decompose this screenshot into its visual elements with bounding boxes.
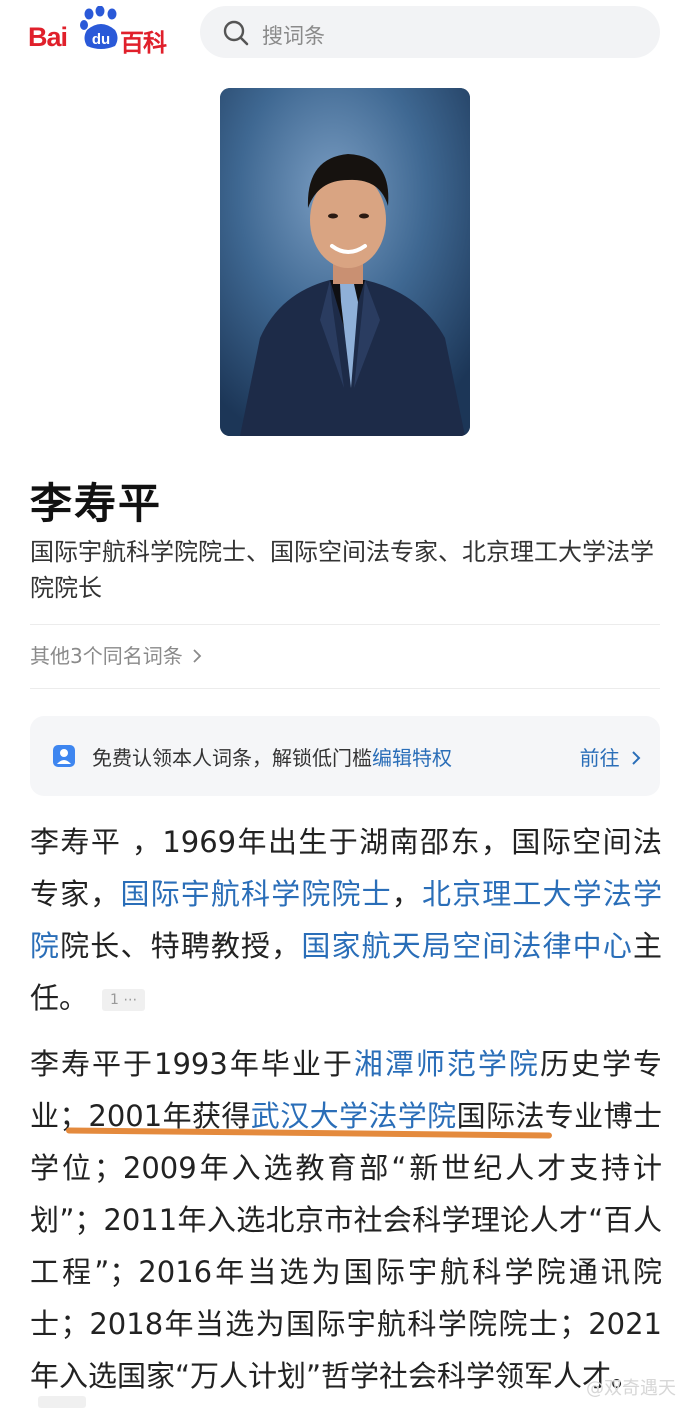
career-text: 李寿平于1993年毕业于 (30, 1047, 354, 1081)
claim-text: 免费认领本人词条，解锁低门槛编辑特权 (92, 742, 452, 771)
logo-baike-text: 百科 (120, 29, 167, 57)
citation-badge[interactable]: 1 ⋯ (102, 989, 146, 1011)
link-iaa-academician[interactable]: 国际宇航科学院院士 (120, 877, 391, 911)
weibo-watermark: @双奇遇天 (586, 1378, 676, 1399)
logo-bai-text: Bai (28, 22, 68, 52)
career-text: 国际法专业博士学位；2009年入选教育部“新世纪人才支持计划”；2011年入选北… (30, 1099, 662, 1393)
claim-entry-banner[interactable]: 免费认领本人词条，解锁低门槛编辑特权 前往 (30, 716, 660, 796)
intro-paragraph: 李寿平 ，1969年出生于湖南邵东，国际空间法专家，国际宇航科学院院士，北京理工… (30, 816, 662, 1024)
divider (30, 624, 660, 625)
intro-text: ， (391, 877, 422, 911)
search-icon (223, 20, 249, 46)
chevron-right-icon (193, 649, 202, 663)
logo-du-text: du (91, 31, 111, 48)
go-label: 前往 (579, 746, 620, 770)
intro-text: 院长、特聘教授， (60, 929, 302, 963)
portrait-illustration (220, 88, 470, 436)
user-badge-icon (53, 745, 75, 767)
link-cnsa-space-law-center[interactable]: 国家航天局空间法律中心 (301, 929, 633, 963)
search-input[interactable]: 搜词条 (200, 6, 660, 58)
other-entries-link[interactable]: 其他3个同名词条 (30, 640, 203, 669)
other-entries-label: 其他3个同名词条 (30, 644, 183, 668)
person-name: 李寿平 (30, 479, 163, 528)
career-paragraph: 李寿平于1993年毕业于湘潭师范学院历史学专业；2001年获得武汉大学法学院国际… (30, 1038, 662, 1402)
citation-number: 1 (110, 992, 119, 1008)
chevron-right-icon (632, 751, 641, 765)
citation-badge-partial (38, 1396, 86, 1408)
search-placeholder: 搜词条 (262, 24, 325, 48)
divider (30, 688, 660, 689)
baidu-baike-logo[interactable]: Bai du 百科 (28, 6, 173, 57)
link-xiangtan-normal-college[interactable]: 湘潭师范学院 (354, 1047, 540, 1081)
go-button[interactable]: 前往 (580, 742, 642, 771)
person-summary: 国际宇航科学院院士、国际空间法专家、北京理工大学法学院院长 (30, 538, 654, 602)
claim-label: 免费认领本人词条，解锁低门槛 (92, 746, 372, 770)
edit-privilege-link[interactable]: 编辑特权 (372, 746, 452, 770)
link-whu-law-school[interactable]: 武汉大学法学院 (251, 1099, 457, 1133)
portrait-photo[interactable] (220, 88, 470, 436)
